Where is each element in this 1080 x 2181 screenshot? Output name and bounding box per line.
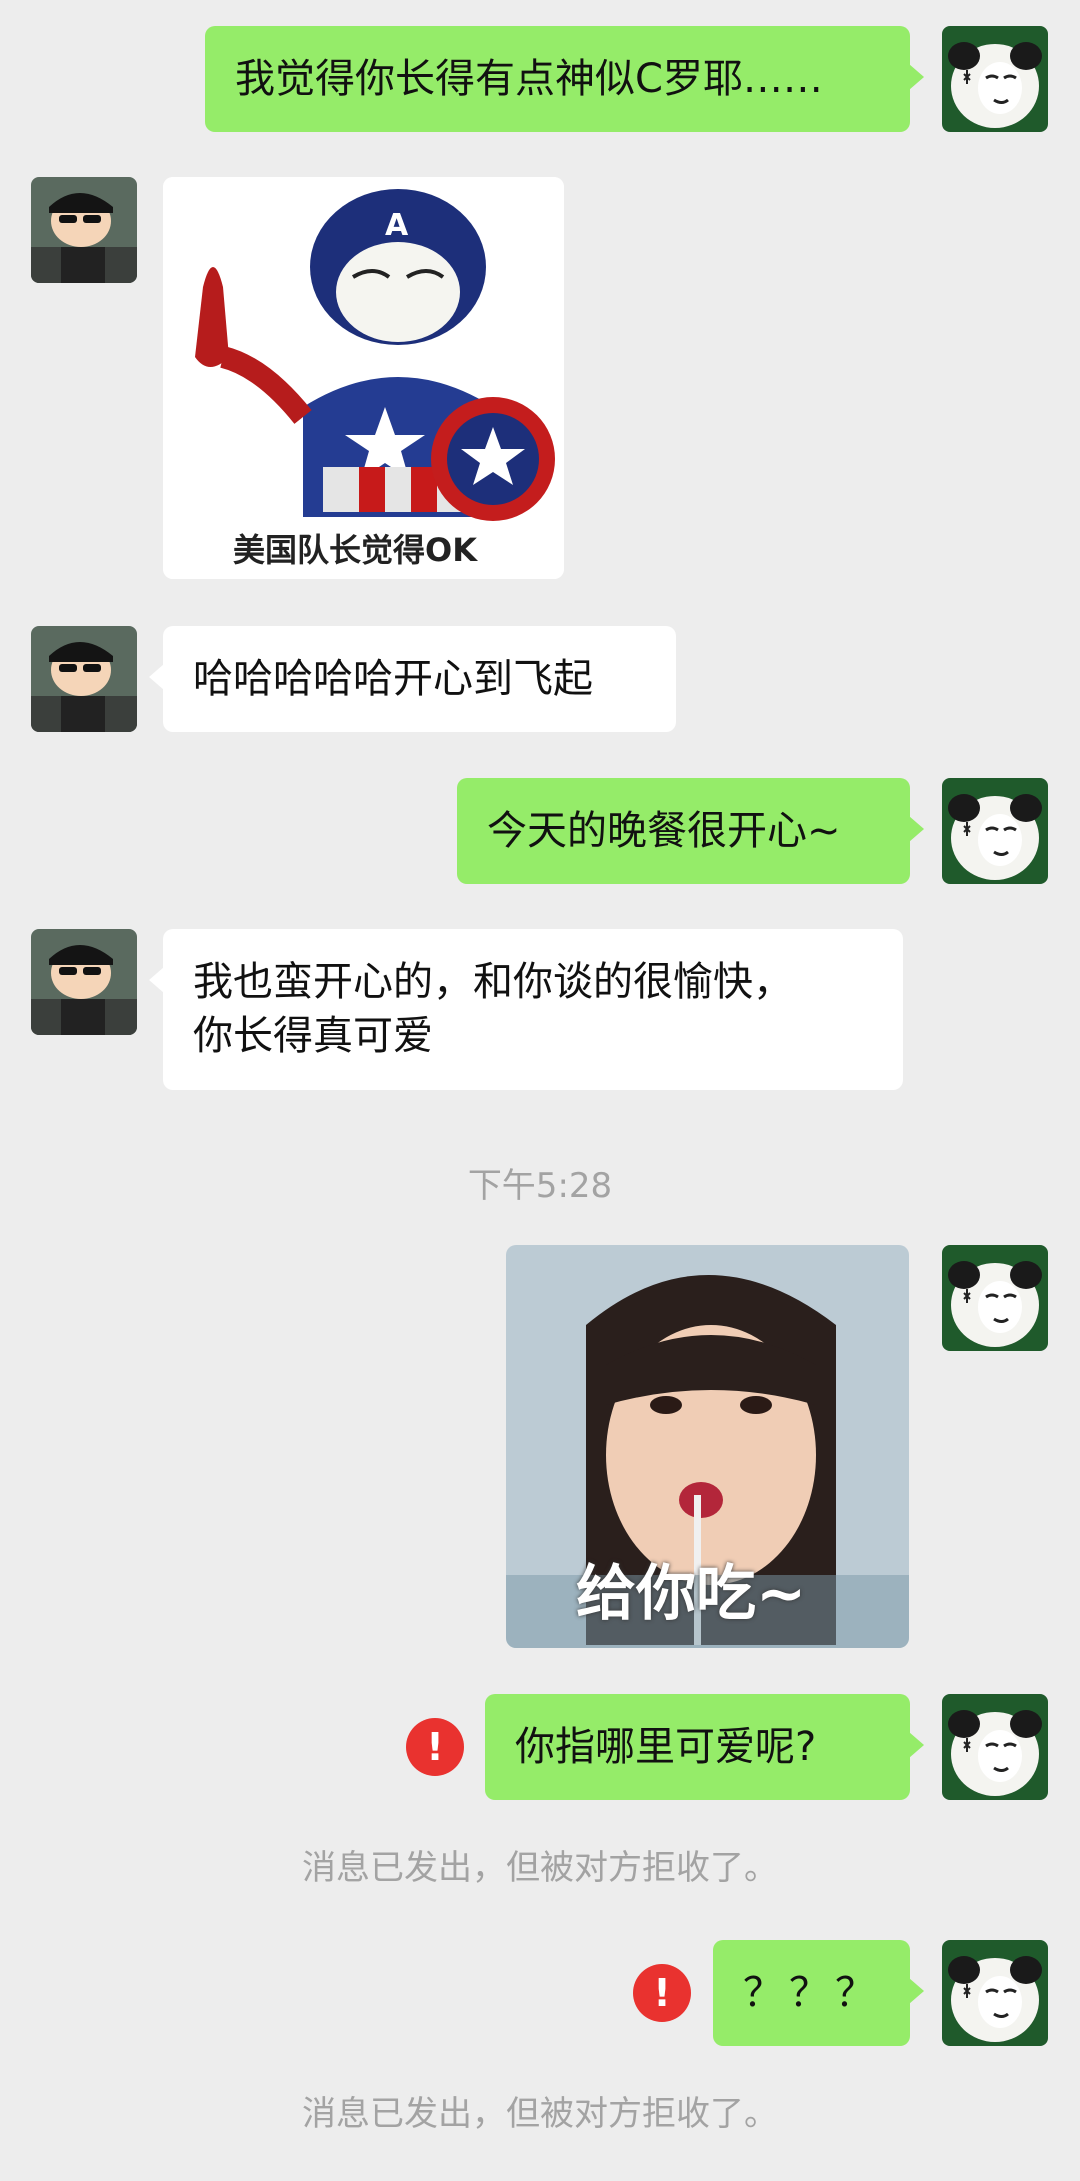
panda-meme-icon bbox=[942, 1940, 1048, 2046]
contact-avatar[interactable] bbox=[31, 177, 137, 283]
panda-meme-icon bbox=[942, 778, 1048, 884]
message-text-line: 你长得真可爱 bbox=[193, 1013, 433, 1059]
message-text: 你指哪里可爱呢? bbox=[515, 1724, 817, 1770]
sticker-image-captain[interactable]: A 美国队长觉得OK bbox=[163, 177, 564, 579]
cartoon-boy-icon bbox=[31, 177, 137, 283]
send-failed-error-icon[interactable]: ! bbox=[633, 1964, 691, 2022]
sticker-caption: 给你吃~ bbox=[576, 1559, 807, 1629]
message-text: ？？？ bbox=[743, 1970, 881, 2016]
send-failed-error-icon[interactable]: ! bbox=[406, 1718, 464, 1776]
panda-meme-icon bbox=[942, 1245, 1048, 1351]
message-text-line: 我也蛮开心的，和你谈的很愉快， bbox=[193, 959, 793, 1005]
message-bubble-sent[interactable]: 我觉得你长得有点神似C罗耶…… bbox=[205, 26, 924, 132]
panda-meme-icon bbox=[942, 26, 1048, 132]
panda-meme-icon bbox=[942, 1694, 1048, 1800]
rejected-notice: 消息已发出，但被对方拒收了。 bbox=[302, 1848, 778, 1888]
message-text: 我觉得你长得有点神似C罗耶…… bbox=[235, 56, 823, 102]
contact-avatar[interactable] bbox=[31, 626, 137, 732]
captain-sticker-icon: A bbox=[163, 177, 564, 579]
message-bubble-received[interactable]: 哈哈哈哈哈开心到飞起 bbox=[149, 626, 676, 732]
rejected-notice: 消息已发出，但被对方拒收了。 bbox=[302, 2094, 778, 2134]
message-text: 哈哈哈哈哈开心到飞起 bbox=[193, 656, 593, 702]
sticker-caption: 美国队长觉得OK bbox=[233, 531, 478, 569]
my-avatar[interactable] bbox=[942, 1245, 1048, 1351]
chat-timestamp: 下午5:28 bbox=[467, 1166, 613, 1206]
cartoon-boy-icon bbox=[31, 626, 137, 732]
message-bubble-sent[interactable]: ？？？ bbox=[713, 1940, 924, 2046]
my-avatar[interactable] bbox=[942, 778, 1048, 884]
sticker-image-girl[interactable]: 给你吃~ bbox=[506, 1245, 909, 1648]
my-avatar[interactable] bbox=[942, 1694, 1048, 1800]
message-text: 今天的晚餐很开心~ bbox=[487, 808, 841, 854]
svg-text:A: A bbox=[385, 208, 409, 243]
my-avatar[interactable] bbox=[942, 1940, 1048, 2046]
cartoon-boy-icon bbox=[31, 929, 137, 1035]
message-bubble-sent[interactable]: 今天的晚餐很开心~ bbox=[457, 778, 924, 884]
message-bubble-received[interactable]: 我也蛮开心的，和你谈的很愉快， 你长得真可爱 bbox=[149, 929, 903, 1090]
my-avatar[interactable] bbox=[942, 26, 1048, 132]
message-bubble-sent[interactable]: 你指哪里可爱呢? bbox=[485, 1694, 924, 1800]
contact-avatar[interactable] bbox=[31, 929, 137, 1035]
